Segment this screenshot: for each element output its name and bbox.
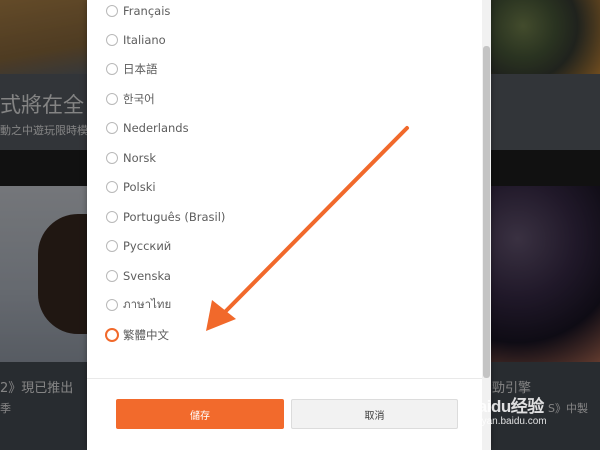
language-label: 日本語: [123, 62, 158, 76]
language-option-norwegian[interactable]: Norsk: [106, 147, 156, 169]
language-label: Nederlands: [123, 121, 189, 135]
radio-button[interactable]: [106, 93, 118, 105]
radio-button[interactable]: [106, 299, 118, 311]
radio-button[interactable]: [106, 122, 118, 134]
language-option-japanese[interactable]: 日本語: [106, 58, 158, 80]
language-option-polish[interactable]: Polski: [106, 176, 156, 198]
radio-button[interactable]: [106, 181, 118, 193]
language-option-russian[interactable]: Русский: [106, 235, 171, 257]
language-option-korean[interactable]: 한국어: [106, 88, 155, 110]
language-label: Italiano: [123, 33, 166, 47]
language-option-portuguese-brazil[interactable]: Português (Brasil): [106, 206, 225, 228]
language-option-french[interactable]: Français: [106, 0, 170, 22]
scrollbar[interactable]: [482, 0, 491, 450]
language-label: Русский: [123, 239, 172, 253]
language-label: Svenska: [123, 269, 171, 283]
language-label: Português (Brasil): [123, 210, 226, 224]
radio-button[interactable]: [106, 34, 118, 46]
radio-button[interactable]: [106, 211, 118, 223]
watermark-brand: Baidu经验: [466, 397, 544, 416]
language-option-thai[interactable]: ภาษาไทย: [106, 294, 171, 316]
radio-button[interactable]: [106, 152, 118, 164]
language-list: Français Italiano 日本語 한국어 Nederlands Nor…: [87, 0, 482, 378]
radio-button[interactable]: [106, 240, 118, 252]
language-dialog: Français Italiano 日本語 한국어 Nederlands Nor…: [87, 0, 491, 450]
radio-button[interactable]: [106, 63, 118, 75]
language-label: 繁體中文: [123, 328, 169, 342]
language-label: 한국어: [123, 92, 155, 106]
watermark-url: jingyan.baidu.com: [466, 416, 547, 427]
save-button[interactable]: 儲存: [116, 399, 284, 429]
language-option-swedish[interactable]: Svenska: [106, 265, 171, 287]
language-label: Norsk: [123, 151, 157, 165]
radio-button[interactable]: [106, 5, 118, 17]
language-label: Polski: [123, 180, 156, 194]
language-option-italian[interactable]: Italiano: [106, 29, 166, 51]
cancel-button[interactable]: 取消: [291, 399, 458, 429]
radio-button[interactable]: [106, 270, 118, 282]
language-label: ภาษาไทย: [123, 297, 172, 311]
baidu-watermark: Baidu经验 jingyan.baidu.com: [466, 392, 600, 436]
language-option-dutch[interactable]: Nederlands: [106, 117, 189, 139]
language-option-traditional-chinese[interactable]: 繁體中文: [105, 324, 169, 346]
dialog-footer-divider: [87, 378, 482, 379]
scrollbar-thumb[interactable]: [483, 46, 490, 378]
language-label: Français: [123, 4, 171, 18]
radio-button-selected[interactable]: [105, 328, 119, 342]
